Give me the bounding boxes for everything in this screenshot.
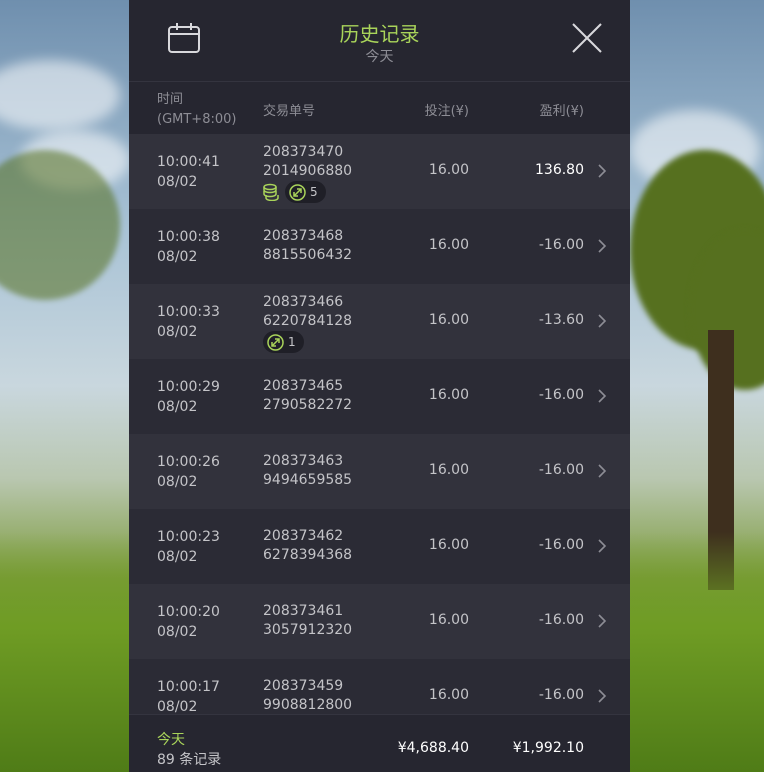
- row-profit: -16.00: [538, 687, 584, 703]
- chevron-right-icon: [598, 614, 607, 628]
- row-date: 08/02: [157, 324, 198, 340]
- row-profit: -16.00: [538, 537, 584, 553]
- footer-period: 今天: [157, 732, 185, 748]
- chevron-right-icon: [598, 464, 607, 478]
- row-profit: 136.80: [535, 162, 584, 178]
- auto-bet-badge: 1: [263, 331, 304, 353]
- record-row[interactable]: 10:00:17 08/02 208373459 9908812800 16.00 …: [129, 659, 630, 714]
- order-number: 208373466: [263, 294, 344, 310]
- order-serial: 2014906880: [263, 163, 353, 179]
- badge-count: 1: [288, 335, 296, 349]
- close-icon[interactable]: [569, 20, 605, 56]
- summary-footer: 今天 89 条记录 ¥4,688.40 ¥1,992.10: [129, 714, 630, 772]
- row-bet: 16.00: [428, 237, 469, 253]
- row-bet: 16.00: [428, 387, 469, 403]
- row-profit: -16.00: [538, 612, 584, 628]
- row-time: 10:00:17: [157, 679, 220, 695]
- footer-total-bet: ¥4,688.40: [397, 740, 469, 756]
- row-time: 10:00:29: [157, 379, 220, 395]
- row-date: 08/02: [157, 474, 198, 490]
- row-tags: 5: [263, 181, 326, 203]
- record-row[interactable]: 10:00:29 08/02 208373465 2790582272 16.00 …: [129, 359, 630, 434]
- record-row[interactable]: 10:00:41 08/02 208373470 2014906880 5 16…: [129, 134, 630, 209]
- column-time: 时间 (GMT+8:00): [157, 92, 237, 127]
- order-number: 208373468: [263, 228, 344, 244]
- footer-record-count: 89 条记录: [157, 752, 222, 768]
- record-row[interactable]: 10:00:33 08/02 208373466 6220784128 1 16.0…: [129, 284, 630, 359]
- row-time: 10:00:33: [157, 304, 220, 320]
- order-serial: 6278394368: [263, 547, 353, 563]
- row-profit: -13.60: [538, 312, 584, 328]
- row-bet: 16.00: [428, 537, 469, 553]
- row-bet: 16.00: [428, 462, 469, 478]
- record-row[interactable]: 10:00:38 08/02 208373468 8815506432 16.00 …: [129, 209, 630, 284]
- order-serial: 6220784128: [263, 313, 353, 329]
- row-time: 10:00:23: [157, 529, 220, 545]
- row-profit: -16.00: [538, 237, 584, 253]
- record-row[interactable]: 10:00:20 08/02 208373461 3057912320 16.00 …: [129, 584, 630, 659]
- column-order: 交易单号: [263, 104, 316, 119]
- history-panel: 历史记录 今天 时间 (GMT+8:00) 交易单号 投注(¥) 盈利(¥) 1…: [129, 0, 630, 772]
- row-time: 10:00:26: [157, 454, 220, 470]
- chevron-right-icon: [598, 239, 607, 253]
- header: 历史记录 今天: [129, 0, 630, 82]
- row-date: 08/02: [157, 549, 198, 565]
- column-bet: 投注(¥): [424, 104, 469, 119]
- order-number: 208373463: [263, 453, 344, 469]
- row-tags: 1: [263, 331, 304, 353]
- row-date: 08/02: [157, 399, 198, 415]
- chevron-right-icon: [598, 164, 607, 178]
- row-bet: 16.00: [428, 612, 469, 628]
- badge-count: 5: [310, 185, 318, 199]
- record-row[interactable]: 10:00:26 08/02 208373463 9494659585 16.00 …: [129, 434, 630, 509]
- column-header: 时间 (GMT+8:00) 交易单号 投注(¥) 盈利(¥): [129, 82, 630, 134]
- order-serial: 2790582272: [263, 397, 353, 413]
- order-serial: 9908812800: [263, 697, 353, 713]
- row-bet: 16.00: [428, 162, 469, 178]
- row-time: 10:00:38: [157, 229, 220, 245]
- chevron-right-icon: [598, 389, 607, 403]
- footer-total-profit: ¥1,992.10: [512, 740, 584, 756]
- order-number: 208373465: [263, 378, 344, 394]
- chevron-right-icon: [598, 539, 607, 553]
- order-number: 208373459: [263, 678, 344, 694]
- row-bet: 16.00: [428, 687, 469, 703]
- page-subtitle: 今天: [365, 49, 394, 65]
- chevron-right-icon: [598, 314, 607, 328]
- order-number: 208373462: [263, 528, 344, 544]
- row-bet: 16.00: [428, 312, 469, 328]
- auto-bet-badge: 5: [285, 181, 326, 203]
- row-time: 10:00:20: [157, 604, 220, 620]
- record-list: 10:00:41 08/02 208373470 2014906880 5 16…: [129, 134, 630, 714]
- order-serial: 3057912320: [263, 622, 353, 638]
- expand-arrow-icon: [289, 183, 306, 201]
- chevron-right-icon: [598, 689, 607, 703]
- record-row[interactable]: 10:00:23 08/02 208373462 6278394368 16.00 …: [129, 509, 630, 584]
- order-number: 208373461: [263, 603, 344, 619]
- coins-icon: [263, 183, 279, 201]
- row-date: 08/02: [157, 174, 198, 190]
- row-date: 08/02: [157, 699, 198, 714]
- row-time: 10:00:41: [157, 154, 220, 170]
- row-date: 08/02: [157, 249, 198, 265]
- column-profit: 盈利(¥): [539, 104, 584, 119]
- row-profit: -16.00: [538, 387, 584, 403]
- expand-arrow-icon: [267, 333, 284, 351]
- order-serial: 8815506432: [263, 247, 353, 263]
- order-serial: 9494659585: [263, 472, 353, 488]
- order-number: 208373470: [263, 144, 344, 160]
- row-profit: -16.00: [538, 462, 584, 478]
- page-title: 历史记录: [339, 22, 420, 46]
- row-date: 08/02: [157, 624, 198, 640]
